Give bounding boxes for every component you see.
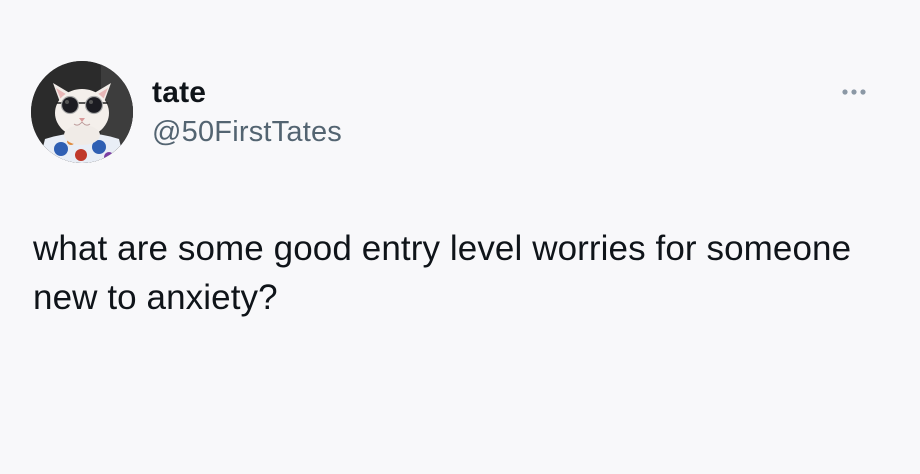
author-display-name[interactable]: tate	[152, 76, 206, 110]
tweet-card: tate @50FirstTates what are some good en…	[0, 0, 920, 474]
more-options-button[interactable]	[834, 80, 874, 104]
more-horizontal-icon	[842, 89, 866, 95]
avatar[interactable]	[31, 61, 133, 163]
cat-avatar-icon	[31, 61, 133, 163]
tweet-text: what are some good entry level worries f…	[33, 229, 852, 317]
author-handle[interactable]: @50FirstTates	[152, 115, 342, 149]
